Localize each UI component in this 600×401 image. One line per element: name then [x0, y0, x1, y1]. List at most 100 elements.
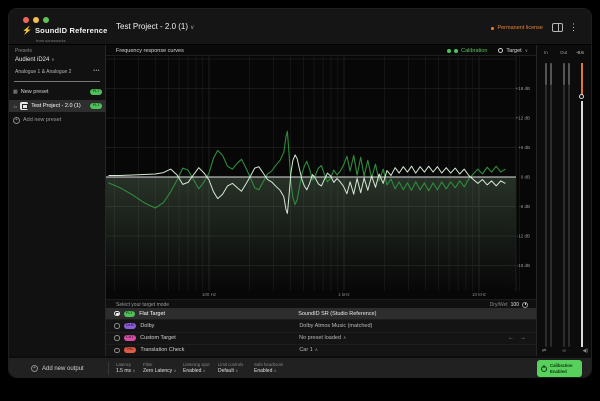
chevron-up-icon: ∧: [343, 335, 346, 340]
arrow-left-icon: ←: [508, 335, 514, 341]
license-dot-icon: [491, 27, 494, 30]
latency-control[interactable]: Latency 1.5 ms ∧: [116, 362, 135, 374]
trc-badge: TRC: [124, 347, 137, 353]
screen: ⚡ SoundID Reference from sonarworks Test…: [0, 0, 600, 401]
app-window: ⚡ SoundID Reference from sonarworks Test…: [8, 8, 592, 378]
dry-wet-control[interactable]: Dry/Wet 100: [490, 302, 528, 308]
add-output-button[interactable]: + Add new output: [31, 358, 84, 378]
bar-divider: [108, 362, 109, 375]
target-radio-icon[interactable]: [498, 48, 503, 53]
channels-name: Analogue 1 & Analogue 2: [15, 69, 71, 75]
slider-knob[interactable]: [579, 94, 584, 99]
window-controls[interactable]: [23, 17, 49, 23]
app-name: SoundID Reference: [35, 26, 108, 35]
dlb-badge: DLB: [124, 323, 137, 329]
input-meter-left: [545, 63, 547, 347]
mode-label: Dolby: [140, 323, 295, 329]
target-mode-translation[interactable]: TRC Translation Check Car 1∧: [106, 344, 536, 356]
output-volume-slider[interactable]: [581, 63, 583, 347]
control-value: Zero Latency ∧: [143, 368, 177, 374]
control-label: Listening spot: [183, 362, 210, 367]
svg-text:100 Hz: 100 Hz: [202, 292, 217, 297]
chevron-up-icon: ∧: [203, 368, 206, 373]
speaker-icon[interactable]: ◀): [582, 348, 588, 354]
curve-mode-toggle: Calibration Target ∨: [447, 48, 528, 54]
active-preset-row[interactable]: 1x Test Project - 2.0 (1) FLT: [9, 100, 106, 112]
mode-value: Car 1∧: [299, 347, 528, 353]
mono-icon[interactable]: ∞: [563, 348, 567, 354]
right-channel-dot-icon[interactable]: [454, 49, 458, 53]
knob-icon[interactable]: [522, 302, 528, 308]
project-title-dropdown[interactable]: Test Project - 2.0 (1)∨: [116, 22, 194, 31]
control-label: Filter: [143, 362, 177, 367]
safe-headroom-control[interactable]: Safe headroom Enabled ∧: [254, 362, 283, 374]
mode-label: Translation Check: [140, 347, 295, 353]
chart-header: Frequency response curves Calibration Ta…: [106, 45, 536, 56]
kebab-menu-icon[interactable]: ⋮: [569, 21, 578, 33]
target-mode-list: FLT Flat Target SoundID SR (Studio Refer…: [106, 308, 536, 356]
radio-icon[interactable]: [114, 335, 120, 341]
radio-selected-icon[interactable]: [114, 311, 120, 317]
svg-text:+6 dB: +6 dB: [518, 145, 530, 150]
add-preset-row[interactable]: + Add new preset: [9, 114, 106, 126]
chevron-up-icon: ∧: [274, 368, 277, 373]
active-preset-label: Test Project - 2.0 (1): [31, 103, 87, 109]
flt-badge: FLT: [124, 311, 136, 317]
frequency-response-chart: +18 dB+12 dB+6 dB0 dB-6 dB-12 dB-18 dB10…: [106, 56, 536, 299]
sidebar-divider: [14, 81, 100, 82]
slider-fill: [581, 63, 583, 95]
calibration-enabled-button[interactable]: Calibration Enabled: [537, 360, 582, 377]
device-name: Audient iD24: [15, 57, 49, 63]
mode-value: No preset loaded∧: [299, 335, 504, 341]
presets-section-label: Presets: [15, 48, 32, 54]
channels-menu-icon[interactable]: •••: [93, 68, 100, 74]
control-value: Enabled ∧: [183, 368, 210, 374]
cst-badge: CST: [124, 335, 137, 341]
new-preset-row[interactable]: ▦ New preset FLT: [9, 86, 106, 98]
meter-out-label: Out: [560, 50, 567, 55]
listening-spot-control[interactable]: Listening spot Enabled ∧: [183, 362, 210, 374]
target-mode-flat[interactable]: FLT Flat Target SoundID SR (Studio Refer…: [106, 308, 536, 319]
svg-text:-12 dB: -12 dB: [517, 234, 530, 239]
titlebar: ⚡ SoundID Reference from sonarworks Test…: [9, 9, 591, 45]
chevron-up-icon: ∧: [132, 368, 135, 373]
svg-text:0 dB: 0 dB: [521, 175, 530, 180]
control-value: Default ∧: [218, 368, 243, 374]
filter-control[interactable]: Filter Zero Latency ∧: [143, 362, 177, 374]
zoom-window-button[interactable]: [43, 17, 49, 23]
slider-track: [581, 101, 583, 347]
dry-wet-value: 100: [511, 302, 519, 308]
power-icon: [541, 366, 547, 372]
chevron-up-icon: ∧: [315, 347, 318, 352]
output-volume-value: -9.6: [576, 50, 584, 55]
chevron-down-icon: ∨: [190, 25, 194, 31]
output-meter-left: [563, 63, 565, 347]
target-toggle[interactable]: Target: [506, 48, 521, 54]
radio-icon[interactable]: [114, 323, 120, 329]
target-mode-dolby[interactable]: DLB Dolby Dolby Atmos Music (matched): [106, 319, 536, 331]
plus-circle-icon: +: [13, 117, 20, 124]
calibration-toggle[interactable]: Calibration: [461, 48, 487, 54]
chevron-up-icon: ∧: [174, 368, 177, 373]
swap-channels-icon[interactable]: ⇄: [542, 348, 546, 354]
dry-wet-label: Dry/Wet: [490, 302, 508, 308]
chevron-down-icon[interactable]: ∨: [525, 48, 528, 54]
left-channel-dot-icon[interactable]: [447, 49, 451, 53]
radio-icon[interactable]: [114, 348, 120, 354]
license-label: Permanent license: [497, 25, 543, 31]
calibration-button-label: Calibration Enabled: [550, 363, 572, 374]
panel-toggle-icon[interactable]: [552, 23, 563, 32]
svg-text:-6 dB: -6 dB: [519, 204, 530, 209]
target-mode-custom[interactable]: CST Custom Target No preset loaded∧ ←→: [106, 332, 536, 344]
chevron-up-icon: ∧: [235, 368, 238, 373]
control-value: 1.5 ms ∧: [116, 368, 135, 374]
device-selector[interactable]: Audient iD24 ∨: [15, 57, 55, 63]
limit-controls-control[interactable]: Limit controls Default ∧: [218, 362, 243, 374]
preset-nav-arrows[interactable]: ←→: [508, 335, 526, 341]
mode-label: Flat Target: [139, 311, 294, 317]
minimize-window-button[interactable]: [33, 17, 39, 23]
close-window-button[interactable]: [23, 17, 29, 23]
arrow-right-icon: →: [520, 335, 526, 341]
mode-value: SoundID SR (Studio Reference): [298, 311, 528, 317]
mode-value: Dolby Atmos Music (matched): [299, 323, 528, 329]
